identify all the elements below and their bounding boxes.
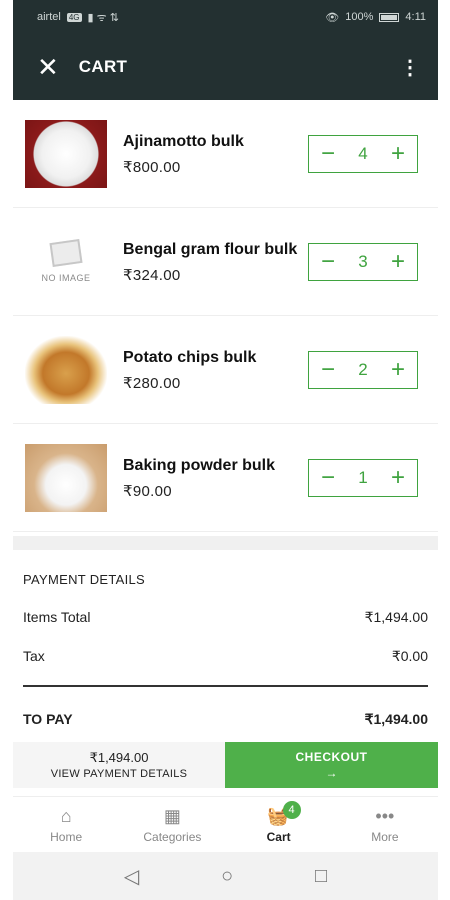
to-pay-label: TO PAY bbox=[23, 710, 73, 727]
product-name[interactable]: Ajinamotto bulk bbox=[123, 132, 308, 152]
tax-row: Tax ₹0.00 bbox=[23, 648, 428, 665]
quantity-stepper: − 2 + bbox=[308, 350, 418, 389]
to-pay-value: ₹1,494.00 bbox=[364, 710, 428, 727]
overflow-menu-icon[interactable]: ⋮ bbox=[400, 55, 420, 80]
system-navigation-bar: ◁ ○ □ bbox=[13, 852, 438, 900]
product-price: ₹324.00 bbox=[123, 266, 181, 284]
product-image[interactable] bbox=[25, 119, 107, 188]
view-payment-details-button[interactable]: ₹1,494.00 VIEW PAYMENT DETAILS bbox=[13, 742, 225, 788]
to-pay-row: TO PAY ₹1,494.00 bbox=[23, 711, 428, 728]
quantity-value: 2 bbox=[358, 359, 368, 379]
product-info: Ajinamotto bulk ₹800.00 bbox=[107, 132, 308, 176]
status-bar: airtel 4G ▮ ᯤ ⇅ 👁 100% 4:11 bbox=[13, 0, 438, 34]
arrow-right-icon: → bbox=[325, 766, 338, 780]
section-divider bbox=[13, 536, 438, 550]
page-title: CART bbox=[78, 57, 128, 76]
quantity-value: 1 bbox=[358, 467, 368, 487]
increase-quantity-button[interactable]: + bbox=[387, 249, 409, 274]
checkout-button[interactable]: CHECKOUT → bbox=[225, 742, 438, 788]
cart-item: NO IMAGE Bengal gram flour bulk ₹324.00 … bbox=[13, 208, 438, 316]
tax-value: ₹0.00 bbox=[391, 648, 428, 664]
product-image[interactable] bbox=[25, 443, 107, 512]
nav-label: More bbox=[371, 830, 399, 844]
checkout-label: CHECKOUT bbox=[295, 750, 368, 764]
product-info: Baking powder bulk ₹90.00 bbox=[107, 456, 308, 500]
increase-quantity-button[interactable]: + bbox=[387, 141, 409, 166]
back-icon[interactable]: ◁ bbox=[124, 864, 139, 889]
payment-heading: PAYMENT DETAILS bbox=[23, 572, 146, 587]
cart-item: Baking powder bulk ₹90.00 − 1 + bbox=[13, 424, 438, 532]
tax-label: Tax bbox=[23, 648, 45, 664]
increase-quantity-button[interactable]: + bbox=[387, 357, 409, 382]
total-divider bbox=[23, 685, 428, 687]
product-name[interactable]: Bengal gram flour bulk bbox=[123, 240, 308, 260]
home-icon: ⌂ bbox=[60, 806, 72, 826]
decrease-quantity-button[interactable]: − bbox=[317, 465, 339, 490]
eye-comfort-icon: 👁 bbox=[325, 11, 340, 24]
items-total-label: Items Total bbox=[23, 609, 91, 625]
bottom-navigation: ⌂ Home ▦ Categories 🧺 4 Cart ••• More bbox=[13, 796, 438, 852]
cart-count-badge: 4 bbox=[282, 801, 301, 819]
more-icon: ••• bbox=[375, 806, 395, 826]
quantity-stepper: − 1 + bbox=[308, 458, 418, 497]
nav-item-categories[interactable]: ▦ Categories bbox=[119, 797, 225, 852]
battery-percent: 100% bbox=[345, 11, 374, 23]
phone-screen: airtel 4G ▮ ᯤ ⇅ 👁 100% 4:11 ✕ CART ⋮ Aji… bbox=[13, 0, 438, 900]
decrease-quantity-button[interactable]: − bbox=[317, 357, 339, 382]
payment-details: PAYMENT DETAILS Items Total ₹1,494.00 Ta… bbox=[13, 550, 438, 728]
quantity-value: 3 bbox=[358, 251, 368, 271]
product-price: ₹800.00 bbox=[123, 158, 181, 176]
carrier-name: airtel bbox=[37, 11, 61, 23]
nav-label: Home bbox=[50, 830, 83, 844]
grid-icon: ▦ bbox=[163, 806, 181, 826]
app-bar-left: ✕ CART bbox=[37, 54, 127, 80]
items-total-row: Items Total ₹1,494.00 bbox=[23, 609, 428, 626]
decrease-quantity-button[interactable]: − bbox=[317, 249, 339, 274]
status-right: 👁 100% 4:11 bbox=[325, 11, 426, 24]
quantity-stepper: − 3 + bbox=[308, 242, 418, 281]
close-icon[interactable]: ✕ bbox=[37, 54, 59, 80]
app-bar: ✕ CART ⋮ bbox=[13, 34, 438, 100]
product-name[interactable]: Baking powder bulk bbox=[123, 456, 308, 476]
cart-item: Potato chips bulk ₹280.00 − 2 + bbox=[13, 316, 438, 424]
quantity-value: 4 bbox=[358, 143, 368, 163]
product-name[interactable]: Potato chips bulk bbox=[123, 348, 308, 368]
signal-icon: ▮ ᯤ ⇅ bbox=[87, 11, 119, 24]
recents-icon[interactable]: □ bbox=[315, 865, 327, 888]
network-type-badge: 4G bbox=[66, 12, 82, 22]
home-circle-icon[interactable]: ○ bbox=[221, 865, 233, 888]
cart-item: Ajinamotto bulk ₹800.00 − 4 + bbox=[13, 100, 438, 208]
nav-label: Categories bbox=[143, 830, 202, 844]
view-payment-details-label: VIEW PAYMENT DETAILS bbox=[50, 768, 188, 780]
quantity-stepper: − 4 + bbox=[308, 134, 418, 173]
product-info: Potato chips bulk ₹280.00 bbox=[107, 348, 308, 392]
checkout-amount: ₹1,494.00 bbox=[89, 750, 149, 765]
nav-item-cart[interactable]: 🧺 4 Cart bbox=[226, 797, 332, 852]
cart-item-list: Ajinamotto bulk ₹800.00 − 4 + NO IMAGE B… bbox=[13, 100, 438, 532]
product-price: ₹280.00 bbox=[123, 374, 181, 392]
decrease-quantity-button[interactable]: − bbox=[317, 141, 339, 166]
no-image-label: NO IMAGE bbox=[41, 272, 91, 283]
increase-quantity-button[interactable]: + bbox=[387, 465, 409, 490]
clock: 4:11 bbox=[405, 11, 426, 23]
nav-item-more[interactable]: ••• More bbox=[332, 797, 438, 852]
battery-icon bbox=[379, 12, 400, 22]
no-image-icon bbox=[49, 238, 83, 267]
nav-label: Cart bbox=[266, 830, 291, 844]
status-left: airtel 4G ▮ ᯤ ⇅ bbox=[37, 10, 119, 25]
product-price: ₹90.00 bbox=[123, 482, 172, 500]
items-total-value: ₹1,494.00 bbox=[364, 609, 428, 625]
product-image[interactable] bbox=[25, 335, 107, 404]
product-image-placeholder[interactable]: NO IMAGE bbox=[25, 228, 107, 296]
nav-item-home[interactable]: ⌂ Home bbox=[13, 797, 119, 852]
product-info: Bengal gram flour bulk ₹324.00 bbox=[107, 240, 308, 284]
checkout-bar: ₹1,494.00 VIEW PAYMENT DETAILS CHECKOUT … bbox=[13, 742, 438, 788]
